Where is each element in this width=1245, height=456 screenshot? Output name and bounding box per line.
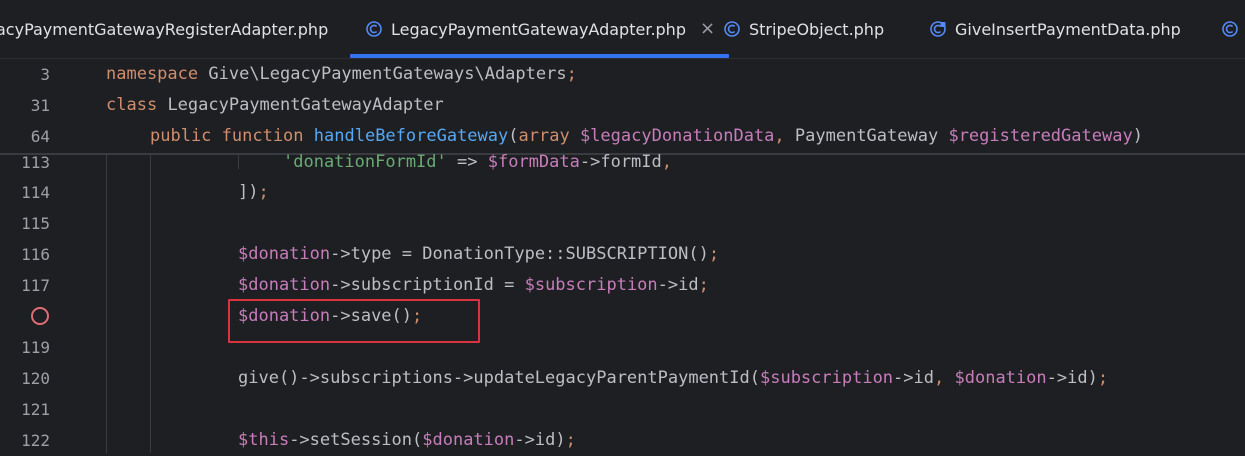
code-editor[interactable]: 3 namespace Give\LegacyPaymentGateways\A… [0, 59, 1245, 453]
code-line: ]); [238, 182, 269, 202]
line-number: 115 [21, 214, 50, 233]
line-number: 114 [21, 183, 50, 202]
tab-label: StripeObject.php [749, 19, 885, 39]
line-number: 121 [21, 400, 50, 419]
code-line: namespace Give\LegacyPaymentGateways\Ada… [106, 64, 577, 84]
code-row[interactable]: 122 $this->setSession($donation->id); [0, 425, 1245, 456]
code-row[interactable]: 120 give()->subscriptions->updateLegacyP… [0, 363, 1245, 394]
tab-label: GiveInsertPaymentData.php [955, 19, 1181, 39]
code-line: class LegacyPaymentGatewayAdapter [106, 95, 444, 115]
highlight-box [228, 299, 480, 343]
line-number: 117 [21, 276, 50, 295]
line-number: 120 [21, 369, 50, 388]
line-number: 3 [40, 65, 50, 84]
code-line: give()->subscriptions->updateLegacyParen… [238, 368, 1109, 388]
tab-overflow[interactable] [1222, 0, 1245, 58]
tab-stripe-object[interactable]: StripeObject.php [724, 0, 884, 58]
tab-label: acyPaymentGatewayRegisterAdapter.php [0, 19, 329, 39]
line-number: 119 [21, 338, 50, 357]
editor-tab-bar: acyPaymentGatewayRegisterAdapter.php Leg… [0, 0, 1245, 59]
code-row[interactable]: 115 [0, 208, 1245, 239]
close-icon[interactable]: × [700, 20, 715, 38]
code-row-breakpoint[interactable]: $donation->save(); [0, 301, 1245, 332]
code-line: $donation->subscriptionId = $subscriptio… [238, 275, 709, 295]
code-row[interactable]: 119 [0, 332, 1245, 363]
code-line: 'donationFormId' => $formData->formId, [283, 152, 673, 172]
tab-label: LegacyPaymentGatewayAdapter.php [391, 19, 686, 39]
code-row[interactable]: 116 $donation->type = DonationType::SUBS… [0, 239, 1245, 270]
tab-legacy-payment-gateway-adapter[interactable]: LegacyPaymentGatewayAdapter.php × [350, 0, 730, 58]
sticky-line[interactable]: 31 class LegacyPaymentGatewayAdapter [0, 90, 1245, 121]
code-row[interactable]: 117 $donation->subscriptionId = $subscri… [0, 270, 1245, 301]
line-number: 116 [21, 245, 50, 264]
code-line: $this->setSession($donation->id); [238, 430, 576, 450]
php-class-icon [366, 21, 382, 37]
code-row[interactable]: 113 'donationFormId' => $formData->formI… [0, 147, 1245, 178]
line-number: 122 [21, 431, 50, 450]
code-row[interactable]: 114 ]); [0, 177, 1245, 208]
line-number: 113 [21, 153, 50, 172]
tab-give-insert-payment-data[interactable]: GiveInsertPaymentData.php [930, 0, 1181, 58]
code-line: $donation->type = DonationType::SUBSCRIP… [238, 244, 720, 264]
sticky-line[interactable]: 3 namespace Give\LegacyPaymentGateways\A… [0, 59, 1245, 90]
line-number: 31 [30, 96, 50, 115]
code-row[interactable]: 121 [0, 394, 1245, 425]
breakpoint-icon[interactable] [31, 307, 49, 325]
php-class-icon [724, 21, 740, 37]
php-class-icon [930, 21, 946, 37]
tab-legacy-payment-gateway-register-adapter[interactable]: acyPaymentGatewayRegisterAdapter.php [0, 0, 328, 58]
php-class-icon [1222, 21, 1238, 37]
